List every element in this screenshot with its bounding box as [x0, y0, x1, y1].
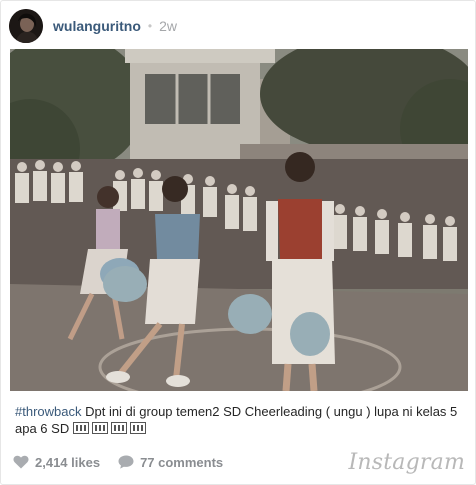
missing-emoji-glyph — [91, 422, 108, 434]
speech-bubble-icon — [118, 455, 134, 469]
missing-emoji-glyph — [110, 422, 127, 434]
comments-label: 77 comments — [140, 454, 224, 470]
post-photo[interactable] — [10, 49, 468, 391]
avatar[interactable] — [9, 9, 43, 43]
username-link[interactable]: wulanguritno — [53, 18, 141, 34]
post-time[interactable]: 2w — [159, 18, 177, 34]
photo-illustration — [10, 49, 468, 391]
hashtag-link[interactable]: #throwback — [15, 404, 81, 419]
likes-count[interactable]: 2,414 likes — [13, 455, 100, 470]
likes-label: 2,414 likes — [35, 454, 101, 470]
separator-dot: • — [147, 19, 153, 33]
heart-icon — [13, 455, 29, 469]
missing-emoji-glyph — [129, 422, 146, 434]
instagram-post-card: wulanguritno • 2w #throwback Dpt ini di … — [0, 0, 476, 485]
post-header: wulanguritno • 2w — [9, 9, 177, 43]
post-caption: #throwback Dpt ini di group temen2 SD Ch… — [15, 403, 461, 437]
post-footer: 2,414 likes 77 comments Instagram — [13, 449, 465, 475]
comments-count[interactable]: 77 comments — [118, 455, 223, 470]
emoji-group — [72, 421, 149, 436]
missing-emoji-glyph — [72, 422, 89, 434]
instagram-logo: Instagram — [348, 449, 465, 475]
